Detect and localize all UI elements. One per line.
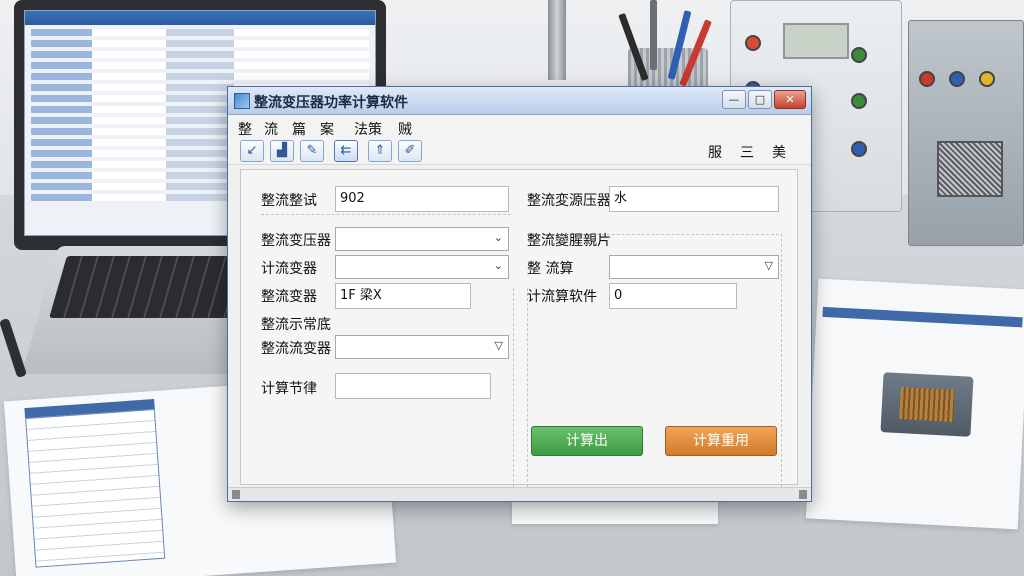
chevron-down-icon: ⌄ (493, 259, 503, 272)
chart-icon[interactable]: ▟ (270, 140, 294, 162)
paper-table (25, 408, 166, 568)
window-title: 整流变压器功率计算软件 (254, 95, 408, 111)
document-paper-right (805, 278, 1024, 530)
menu-item-5[interactable]: 法策 (354, 119, 382, 139)
divider (513, 288, 514, 492)
laptop-row (31, 40, 369, 47)
toolbar-item-service[interactable]: 服 (708, 142, 722, 162)
label-rectifier-test: 整流整试 (261, 193, 317, 209)
chevron-down-icon: ⌄ (493, 231, 503, 244)
form-panel: 整流整试 902 整流变压器 ⌄ 计流变器 ⌄ 整流变器 1F 梁X 整流示常底… (240, 169, 798, 497)
calc-rhythm-input[interactable] (335, 373, 491, 399)
menu-item-3[interactable]: 篇 (292, 119, 306, 139)
laptop-row (31, 73, 369, 80)
menu-item-1[interactable]: 整 (238, 119, 252, 139)
scroll-right-icon[interactable] (799, 490, 807, 499)
toolbar: ↙ ▟ ✎ ⇇ ⇑ ✐ 服 三 美 (228, 139, 811, 165)
knob-icon (979, 71, 995, 87)
label-rectifier-flow: 整流流变器 (261, 341, 331, 357)
label-flow-calc: 整 流算 (527, 261, 574, 277)
back-icon[interactable]: ⇇ (334, 140, 358, 162)
label-rectifier-base: 整流示常底 (261, 317, 331, 333)
chevron-down-icon: ▽ (764, 259, 773, 272)
scroll-left-icon[interactable] (232, 490, 240, 499)
laptop-window-titlebar (25, 11, 375, 25)
menubar: 整 流 篇 案 法策 贼 (228, 115, 811, 139)
toolbar-item-three[interactable]: 三 (740, 142, 754, 162)
toolbar-item-beauty[interactable]: 美 (772, 142, 786, 162)
minimize-button[interactable]: — (722, 90, 746, 109)
divider (261, 214, 511, 215)
pencil (650, 0, 657, 70)
knob-icon (851, 93, 867, 109)
divider (527, 288, 528, 492)
label-calc-rhythm: 计算节律 (261, 381, 317, 397)
calc-transformer-select[interactable]: ⌄ (335, 255, 509, 279)
rectifier-flow-select[interactable]: ▽ (335, 335, 509, 359)
menu-item-4[interactable]: 案 (320, 119, 334, 139)
label-rectifier-transformer: 整流变压器 (261, 233, 331, 249)
rectifier-transformer-select[interactable]: ⌄ (335, 227, 509, 251)
close-button[interactable]: ✕ (774, 90, 806, 109)
chevron-down-icon: ▽ (494, 339, 503, 352)
maximize-button[interactable]: □ (748, 90, 772, 109)
label-rectifier-group: 整流變腥親片 (527, 233, 611, 249)
menu-item-6[interactable]: 贼 (398, 119, 412, 139)
laptop-row (31, 62, 369, 69)
up-icon[interactable]: ⇑ (368, 140, 392, 162)
label-rectifier-device: 整流变器 (261, 289, 317, 305)
label-rectifier-source: 整流変源压器 (527, 193, 611, 209)
laptop-row (31, 51, 369, 58)
arrow-icon[interactable]: ↙ (240, 140, 264, 162)
calculate-button[interactable]: 计算出 (531, 426, 643, 456)
lamp-post (548, 0, 566, 80)
lab-instrument-2 (908, 20, 1024, 246)
app-icon (234, 93, 250, 109)
menu-item-2[interactable]: 流 (264, 119, 278, 139)
transformer-illustration (880, 372, 974, 437)
calc-software-input[interactable]: 0 (609, 283, 737, 309)
knob-icon (851, 47, 867, 63)
pin-icon[interactable]: ✎ (300, 140, 324, 162)
titlebar: 整流变压器功率计算软件 — □ ✕ (228, 87, 811, 115)
knob-icon (851, 141, 867, 157)
rectifier-test-input[interactable]: 902 (335, 186, 509, 212)
horizontal-scrollbar[interactable] (228, 487, 811, 501)
coil-component (937, 141, 1003, 197)
calc-apply-button[interactable]: 计算重用 (665, 426, 777, 456)
laptop-row (31, 29, 369, 36)
knob-icon (919, 71, 935, 87)
knob-icon (745, 35, 761, 51)
label-calc-transformer: 计流变器 (261, 261, 317, 277)
rectifier-source-input[interactable]: 水 (609, 186, 779, 212)
label-calc-software: 计流算软件 (527, 289, 597, 305)
knob-icon (949, 71, 965, 87)
instrument-display (783, 23, 849, 59)
paper-header (822, 306, 1023, 328)
edit-icon[interactable]: ✐ (398, 140, 422, 162)
app-window: 整流变压器功率计算软件 — □ ✕ 整 流 篇 案 法策 贼 ↙ ▟ ✎ ⇇ ⇑… (227, 86, 812, 502)
divider (781, 234, 782, 492)
rectifier-device-input[interactable]: 1F 梁X (335, 283, 471, 309)
flow-calc-select[interactable]: ▽ (609, 255, 779, 279)
